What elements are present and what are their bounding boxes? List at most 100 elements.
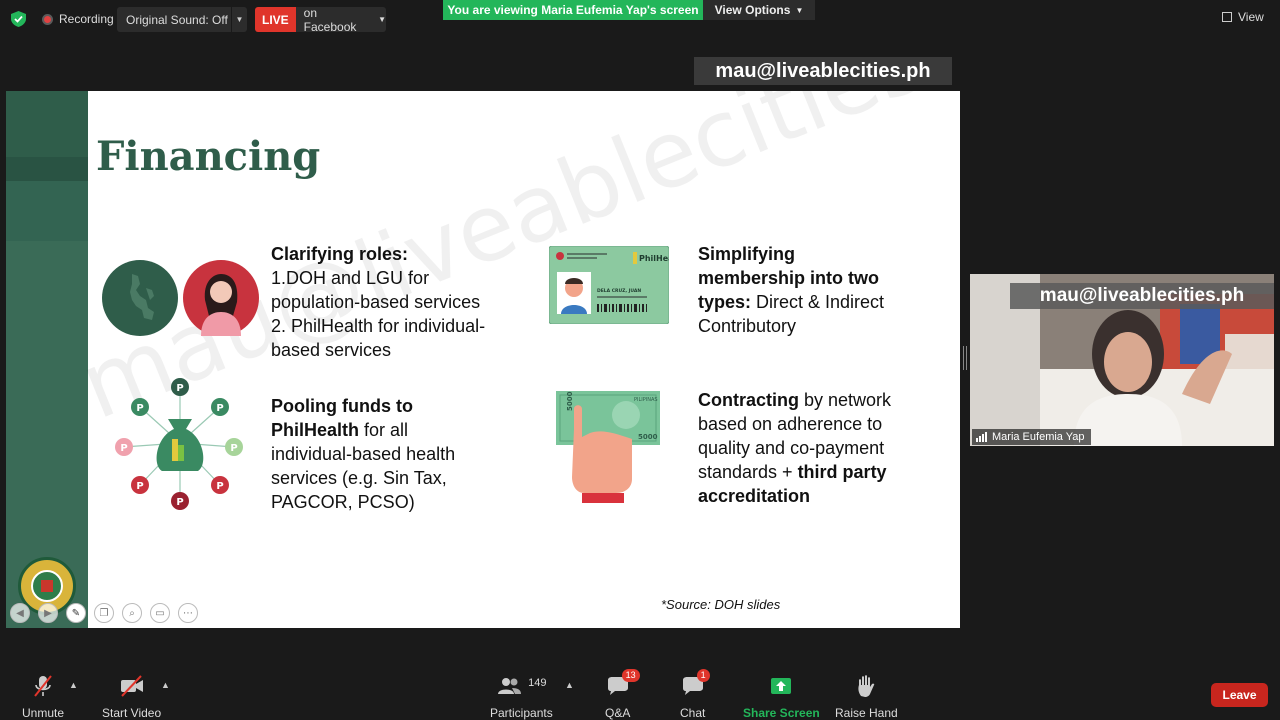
chat-count-badge: 1 [696,669,710,682]
video-options-caret-icon[interactable]: ▲ [161,680,170,690]
contracting-bold: third party [797,462,887,482]
card-name-text: DELA CRUZ, JUAN [597,288,641,294]
leave-button[interactable]: Leave [1211,683,1268,707]
grid-view-icon [1222,12,1232,22]
pooling-funds-bold: Pooling funds to [271,396,413,416]
slide-source-note: *Source: DOH slides [661,597,781,612]
start-video-button[interactable]: Start Video [102,674,161,720]
participant-name: Maria Eufemia Yap [992,431,1085,443]
audio-options-caret-icon[interactable]: ▲ [69,680,78,690]
simplifying-membership-line: Contributory [698,316,797,336]
card-brand-text: PhilHealth [639,254,669,263]
participants-icon [498,678,522,694]
pen-icon[interactable]: ✎ [66,603,86,623]
email-overlay: mau@liveablecities.ph [694,57,952,85]
contracting-line: quality and co-payment [698,438,885,458]
clarifying-roles-line: 2. PhilHealth for individual- [271,316,486,336]
svg-text:P: P [176,497,183,508]
philhealth-id-card-icon: PhilHealth DELA CRUZ, JUAN [549,246,669,324]
original-sound-toggle[interactable]: Original Sound: Off ▼ [117,7,247,32]
contracting-text: Contracting by network based on adherenc… [698,388,891,508]
clarifying-roles-line: population-based services [271,292,481,312]
pooling-funds-text: Pooling funds to PhilHealth for all indi… [271,394,455,514]
chevron-down-icon: ▼ [795,5,804,15]
participant-name-tag: Maria Eufemia Yap [972,429,1091,445]
raise-hand-button[interactable]: Raise Hand [835,674,898,720]
copy-icon[interactable]: ❐ [94,603,114,623]
chat-button[interactable]: 1 Chat [680,669,710,720]
recording-indicator[interactable]: Recording [42,12,114,26]
meeting-toolbar: Unmute ▲ Start Video ▲ 149 Participants … [0,664,1280,720]
live-badge: LIVE [255,7,296,32]
simplifying-membership-bold: membership into two [698,268,880,288]
previous-slide-icon[interactable]: ◀ [10,603,30,623]
slide-title: Financing [96,133,321,180]
simplifying-membership-bold: types: [698,292,752,312]
unmute-label: Unmute [22,706,65,720]
live-target-dropdown[interactable]: on Facebook ▼ [295,5,386,34]
microphone-muted-icon [34,675,52,697]
pooling-funds-line: services (e.g. Sin Tax, [271,468,447,488]
video-email-overlay: mau@liveablecities.ph [1010,283,1274,309]
view-button[interactable]: View [1222,10,1264,24]
hand-with-banknote-icon: 5000 PILIPINAS 5000 [556,391,660,503]
pooling-funds-line: PAGCOR, PCSO) [271,492,415,512]
simplifying-membership-line: Direct & Indirect [751,292,885,312]
chevron-down-icon[interactable]: ▼ [231,7,247,32]
bill-value-side-text: 5000 [566,391,574,411]
simplifying-membership-bold: Simplifying [698,244,796,264]
chevron-down-icon: ▼ [378,15,386,24]
pooling-funds-line: individual-based health [271,444,456,464]
simplifying-membership-text: Simplifying membership into two types: D… [698,242,884,338]
participants-count: 149 [528,677,547,689]
share-screen-icon [771,678,792,694]
raise-hand-icon [858,675,875,697]
meeting-top-bar: Recording Original Sound: Off ▼ LIVE on … [0,0,1280,40]
original-sound-label: Original Sound: Off [126,12,228,27]
contracting-line: standards + [698,462,798,482]
subtitles-icon[interactable]: ▭ [150,603,170,623]
viewing-screen-banner: You are viewing Maria Eufemia Yap's scre… [443,0,703,20]
shared-screen-slide: mau@liveablecities.ph Financing Clarifyi… [6,91,960,628]
contracting-line: based on adherence to [698,414,883,434]
svg-text:P: P [230,443,237,454]
participants-button[interactable]: 149 Participants [490,674,553,720]
next-slide-icon[interactable]: ▶ [38,603,58,623]
contracting-bold: accreditation [698,486,811,506]
more-options-icon[interactable]: ⋯ [178,603,198,623]
svg-text:P: P [136,403,143,414]
participants-label: Participants [490,706,553,720]
live-target-label: on Facebook [303,5,357,34]
live-stream-indicator[interactable]: LIVE on Facebook ▼ [255,5,386,34]
contracting-line: by network [799,390,892,410]
bill-country-text: PILIPINAS [634,397,658,403]
recording-dot-icon [42,13,53,25]
svg-text:P: P [136,481,143,492]
participant-video-tile[interactable]: mau@liveablecities.ph Maria Eufemia Yap [970,274,1274,446]
view-label: View [1238,10,1264,24]
clarifying-roles-line: 1.DOH and LGU for [271,268,430,288]
svg-text:P: P [120,443,127,454]
view-options-button[interactable]: View Options ▼ [703,0,815,20]
qa-label: Q&A [605,706,631,720]
zoom-icon[interactable]: ⌕ [122,603,142,623]
video-camera-off-icon [120,675,143,697]
share-screen-label: Share Screen [743,706,820,720]
recording-label: Recording [59,12,114,26]
clarifying-roles-line: based services [271,340,392,360]
clarifying-roles-text: Clarifying roles: 1.DOH and LGU for popu… [271,242,485,362]
pooling-funds-bold: PhilHealth [271,420,360,440]
raise-hand-label: Raise Hand [835,706,898,720]
chat-label: Chat [680,706,706,720]
svg-text:P: P [176,383,183,394]
participants-options-caret-icon[interactable]: ▲ [565,680,574,690]
qa-count-badge: 13 [621,669,640,682]
split-view-drag-handle[interactable] [963,346,967,370]
pooling-funds-line: for all [359,420,409,440]
share-screen-button[interactable]: Share Screen [743,674,820,720]
view-options-label: View Options [714,3,791,17]
unmute-button[interactable]: Unmute [22,674,64,720]
qa-button[interactable]: 13 Q&A [605,669,640,720]
connection-signal-icon [976,432,987,442]
security-shield-icon[interactable] [11,11,26,27]
